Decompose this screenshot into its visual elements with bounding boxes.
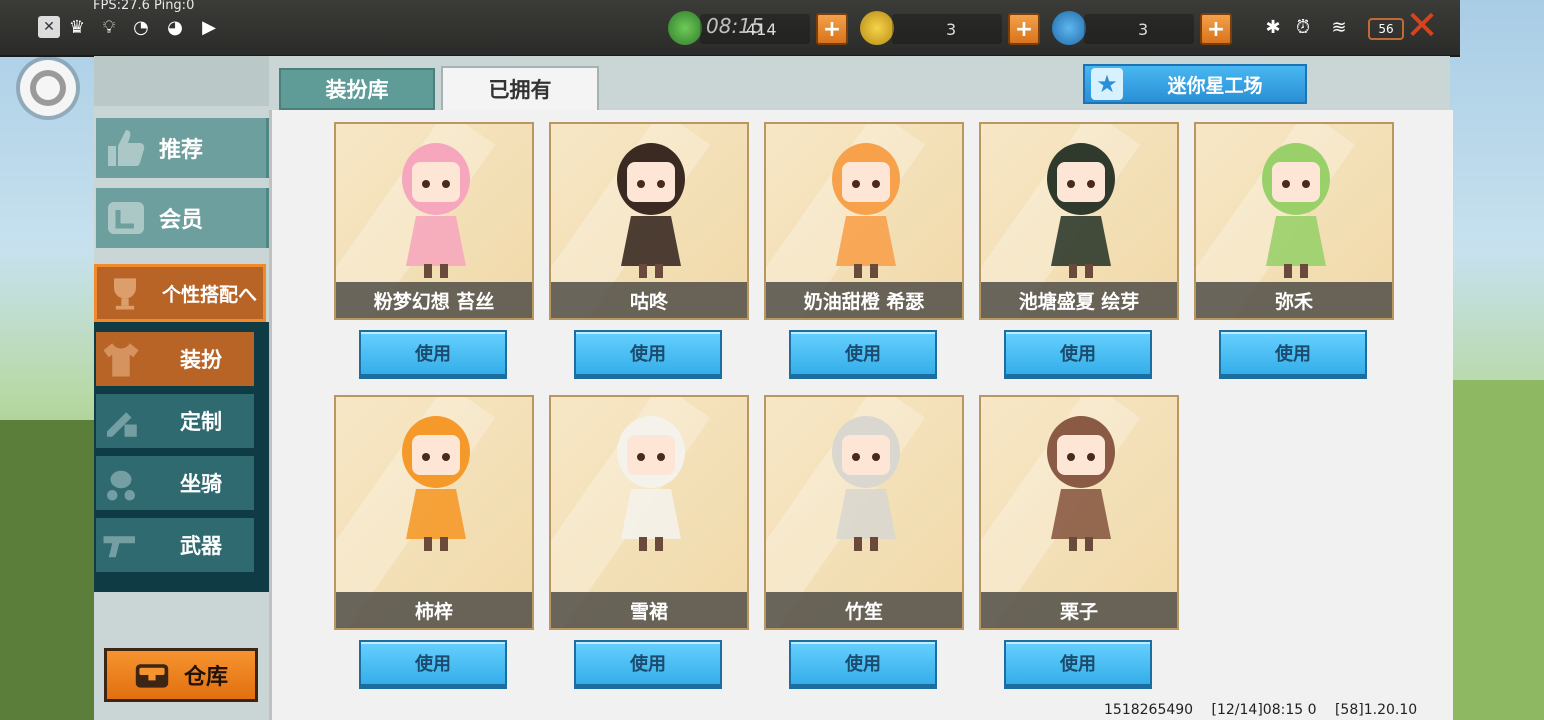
status-bar: FPS:27.6 Ping:0 ✕ ♛ 💡︎ ◔ ◕ ▶ 08:15 414 +… xyxy=(0,0,1460,57)
wifi-icon: ≋ xyxy=(1331,16,1347,38)
costume-card[interactable]: 咕咚 xyxy=(549,122,749,320)
costume-card[interactable]: 粉梦幻想 苔丝 xyxy=(334,122,534,320)
sidebar-item-label: 定制 xyxy=(180,410,222,434)
use-button[interactable]: 使用 xyxy=(789,330,937,376)
costume-name: 奶油甜橙 希瑟 xyxy=(766,282,962,318)
sidebar-item-label: 坐骑 xyxy=(180,472,222,496)
character-figure xyxy=(617,416,685,551)
version: [58]1.20.10 xyxy=(1334,702,1418,718)
sidebar-subitem-costume[interactable]: 装扮 xyxy=(96,332,254,386)
lightbulb-icon[interactable]: 💡︎ xyxy=(98,16,120,38)
sidebar-subitem-weapon[interactable]: 武器 xyxy=(96,518,254,572)
costume-card[interactable]: 雪裙 xyxy=(549,395,749,630)
shirt-icon xyxy=(103,343,139,377)
mini-workshop-label: 迷你星工场 xyxy=(1167,74,1263,97)
use-button[interactable]: 使用 xyxy=(574,640,722,686)
thumbs-up-icon xyxy=(108,130,145,166)
character-figure xyxy=(1047,143,1115,278)
use-button[interactable]: 使用 xyxy=(1004,640,1152,686)
sidebar-submenu: 装扮 定制 坐骑 武器 xyxy=(94,322,269,592)
use-button[interactable]: 使用 xyxy=(359,640,507,686)
character-figure xyxy=(402,143,470,278)
currency-3-value: 3 xyxy=(1138,20,1149,39)
sidebar-item-label: 武器 xyxy=(180,534,222,558)
speed-icon[interactable]: ◕ xyxy=(164,16,186,38)
footer-info: 1518265490 [12/14]08:15 0 [58]1.20.10 xyxy=(1104,702,1431,718)
pencil-ruler-icon xyxy=(107,412,137,437)
sidebar-item-recommend[interactable]: 推荐 xyxy=(96,118,272,178)
costume-card[interactable]: 柿梓 xyxy=(334,395,534,630)
costume-name: 栗子 xyxy=(981,592,1177,628)
server-time: [12/14]08:15 0 xyxy=(1211,702,1317,718)
currency-1-value: 414 xyxy=(746,20,777,39)
close-box-icon[interactable]: ✕ xyxy=(38,16,60,38)
character-figure xyxy=(402,416,470,551)
costume-card[interactable]: 池塘盛夏 绘芽 xyxy=(979,122,1179,320)
sidebar: 推荐 会员 个性搭配へ 装扮 定制 坐骑 武器 仓库 xyxy=(94,56,272,720)
user-id: 1518265490 xyxy=(1104,702,1194,718)
costume-name: 池塘盛夏 绘芽 xyxy=(981,282,1177,318)
mini-workshop-button[interactable]: ★ 迷你星工场 xyxy=(1083,64,1307,104)
costume-card[interactable]: 竹笙 xyxy=(764,395,964,630)
play-icon[interactable]: ▶ xyxy=(198,16,220,38)
background-block-left xyxy=(0,420,94,720)
use-button[interactable]: 使用 xyxy=(574,330,722,376)
costume-name: 雪裙 xyxy=(551,592,747,628)
sidebar-subitem-mount[interactable]: 坐骑 xyxy=(96,456,254,510)
sidebar-header xyxy=(94,56,269,106)
mount-icon xyxy=(107,470,135,501)
sidebar-item-label: 个性搭配へ xyxy=(161,283,257,306)
costume-name: 弥禾 xyxy=(1196,282,1392,318)
alarm-icon: ⏰︎ xyxy=(1295,16,1311,38)
blue-m-coin-icon xyxy=(1052,11,1086,45)
character-figure xyxy=(832,143,900,278)
crown-icon[interactable]: ♛ xyxy=(66,16,88,38)
character-figure xyxy=(832,416,900,551)
warehouse-button[interactable]: 仓库 xyxy=(104,648,258,702)
green-gem-icon xyxy=(668,11,702,45)
costume-card[interactable]: 弥禾 xyxy=(1194,122,1394,320)
currency-2-value: 3 xyxy=(946,20,957,39)
costume-name: 竹笙 xyxy=(766,592,962,628)
sidebar-subitem-custom[interactable]: 定制 xyxy=(96,394,254,448)
sidebar-item-label: 推荐 xyxy=(158,138,203,163)
panel-header: 装扮库 已拥有 ★ 迷你星工场 xyxy=(269,56,1450,112)
background-block-right xyxy=(1450,380,1544,720)
close-button[interactable]: ✕ xyxy=(1404,6,1440,46)
gauge-icon[interactable]: ◔ xyxy=(130,16,152,38)
use-button[interactable]: 使用 xyxy=(1219,330,1367,376)
sidebar-item-label: 会员 xyxy=(158,208,203,233)
gold-m-coin-icon xyxy=(860,11,894,45)
warehouse-label: 仓库 xyxy=(183,665,228,690)
sidebar-item-personal-match[interactable]: 个性搭配へ xyxy=(94,264,266,322)
character-figure xyxy=(1047,416,1115,551)
character-figure xyxy=(617,143,685,278)
sidebar-item-label: 装扮 xyxy=(180,348,222,372)
tab-wardrobe[interactable]: 装扮库 xyxy=(279,68,435,110)
costume-name: 粉梦幻想 苔丝 xyxy=(336,282,532,318)
costume-card[interactable]: 栗子 xyxy=(979,395,1179,630)
star-icon: ★ xyxy=(1091,68,1123,100)
sidebar-item-member[interactable]: 会员 xyxy=(96,188,272,248)
use-button[interactable]: 使用 xyxy=(789,640,937,686)
battery-icon: 56 xyxy=(1368,18,1404,40)
add-currency-1-button[interactable]: + xyxy=(816,13,848,45)
floating-menu-button[interactable] xyxy=(20,60,76,116)
member-badge-icon xyxy=(108,202,144,234)
costume-name: 咕咚 xyxy=(551,282,747,318)
costume-name: 柿梓 xyxy=(336,592,532,628)
tab-owned[interactable]: 已拥有 xyxy=(441,66,599,112)
chest-icon xyxy=(135,664,169,688)
trophy-icon xyxy=(114,278,136,310)
use-button[interactable]: 使用 xyxy=(359,330,507,376)
character-figure xyxy=(1262,143,1330,278)
add-currency-2-button[interactable]: + xyxy=(1008,13,1040,45)
bluetooth-icon: ✱ xyxy=(1265,16,1281,38)
add-currency-3-button[interactable]: + xyxy=(1200,13,1232,45)
costume-card[interactable]: 奶油甜橙 希瑟 xyxy=(764,122,964,320)
fps-readout: FPS:27.6 Ping:0 xyxy=(93,0,195,13)
use-button[interactable]: 使用 xyxy=(1004,330,1152,376)
pistol-icon xyxy=(103,536,135,558)
